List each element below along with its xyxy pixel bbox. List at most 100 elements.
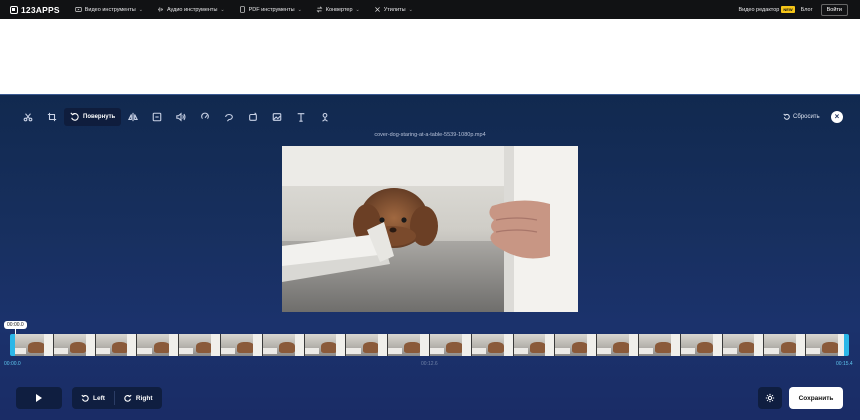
login-button[interactable]: Войти [820,3,848,16]
ad-space [0,19,860,94]
cut-tool[interactable] [16,108,40,126]
volume-tool[interactable] [169,108,193,126]
timeline-frame [429,334,472,356]
convert-icon [316,6,323,13]
stabilize-tool[interactable] [241,108,265,126]
video-preview[interactable] [282,146,578,312]
undo-icon [783,113,790,120]
scissors-icon [23,113,33,122]
text-icon [297,113,305,122]
timeline-strip[interactable] [12,334,848,356]
crop-icon [47,112,57,122]
speed-tool[interactable] [193,108,217,126]
video-filename: cover-dog-staring-at-a-table-5539-1080p.… [374,132,486,138]
stabilize-icon [249,112,258,121]
timeline-frame [262,334,305,356]
pdf-icon [239,6,245,13]
timeline-frame [555,334,598,356]
chevron-down-icon: ⌄ [408,6,413,13]
rotate-left-button[interactable]: Left [72,387,114,409]
flip-icon [128,112,139,122]
timeline-frame [722,334,765,356]
timeline-frame [179,334,221,356]
video-editor-label: Видео редактор [738,6,780,13]
tools-icon [374,7,380,12]
nav-item-pdf-tools[interactable]: PDF инструменты ⌄ [239,6,302,13]
rotate-right-icon [124,394,132,402]
timeline-frame [137,334,180,356]
gear-icon [765,393,775,403]
timeline-frame [346,334,389,356]
video-frame-image [282,146,578,312]
chevron-down-icon: ⌄ [355,6,360,13]
timeline-start-time: 00:00.0 [4,361,21,367]
timeline-frame [95,334,138,356]
nav-item-label: PDF инструменты [248,6,295,13]
video-icon [75,7,82,12]
rotate-tool[interactable]: Повернуть [64,108,122,126]
timeline-frame [53,334,96,356]
rotate-right-button[interactable]: Right [115,387,162,409]
rotate-tool-label: Повернуть [83,114,116,120]
timeline-frame [12,334,54,356]
resize-icon [152,112,162,122]
flip-tool[interactable] [121,108,145,126]
timeline-frame [220,334,263,356]
trim-handle-left[interactable] [10,334,15,356]
nav-item-converter[interactable]: Конвертер ⌄ [316,6,360,13]
nav-menu: Видео инструменты ⌄ Аудио инструменты ⌄ … [75,6,413,13]
rotate-right-label: Right [135,394,153,402]
blog-link[interactable]: Блог [801,7,813,13]
timeline-frame [513,334,556,356]
nav-item-label: Видео инструменты [84,6,136,13]
chevron-down-icon: ⌄ [220,6,225,13]
trim-handle-right[interactable] [844,334,849,356]
editor-toolbar: Повернуть [16,108,337,126]
logo-text: 123APPS [21,4,60,15]
play-icon [36,394,42,402]
nav-item-label: Аудио инструменты [166,6,218,13]
loop-tool[interactable] [217,108,241,126]
text-tool[interactable] [289,108,313,126]
video-editor-link[interactable]: Видео редактор NEW [738,6,795,13]
nav-item-label: Утилиты [383,6,406,13]
new-badge: NEW [781,6,795,13]
timeline-frame [597,334,639,356]
resize-tool[interactable] [145,108,169,126]
chevron-down-icon: ⌄ [138,6,143,13]
nav-item-audio-tools[interactable]: Аудио инструменты ⌄ [157,6,225,13]
timeline-frame [764,334,807,356]
image-tool[interactable] [265,108,289,126]
reset-button[interactable]: Сбросить [783,113,820,120]
image-icon [272,113,282,121]
timeline-frame [304,334,347,356]
logo[interactable]: 123APPS [10,5,60,15]
rotate-left-label: Left [93,394,105,402]
nav-right: Видео редактор NEW Блог Войти [738,3,848,16]
play-button[interactable] [16,387,62,409]
timeline-frame [471,334,514,356]
nav-item-utilities[interactable]: Утилиты ⌄ [374,6,413,13]
settings-button[interactable] [758,387,782,409]
close-button[interactable]: × [831,111,843,123]
volume-icon [176,112,186,122]
rotate-left-icon [81,394,89,402]
timeline-frame [388,334,430,356]
close-icon: × [834,112,840,121]
timeline-frame [806,334,848,356]
reset-label: Сбросить [793,113,820,120]
record-tool[interactable] [313,108,337,126]
top-navigation: 123APPS Видео инструменты ⌄ Аудио инстру… [0,0,860,19]
timeline-frame [638,334,681,356]
crop-tool[interactable] [40,108,64,126]
loop-icon [225,113,234,122]
timeline-end-time: 00:15.4 [836,361,853,367]
chevron-down-icon: ⌄ [297,6,302,13]
save-button[interactable]: Сохранить [789,387,843,409]
nav-item-label: Конвертер [325,6,353,13]
nav-item-video-tools[interactable]: Видео инструменты ⌄ [75,6,143,13]
rotate-icon [70,112,79,121]
playhead[interactable] [15,327,16,334]
record-icon [322,112,329,122]
audio-icon [158,7,163,12]
